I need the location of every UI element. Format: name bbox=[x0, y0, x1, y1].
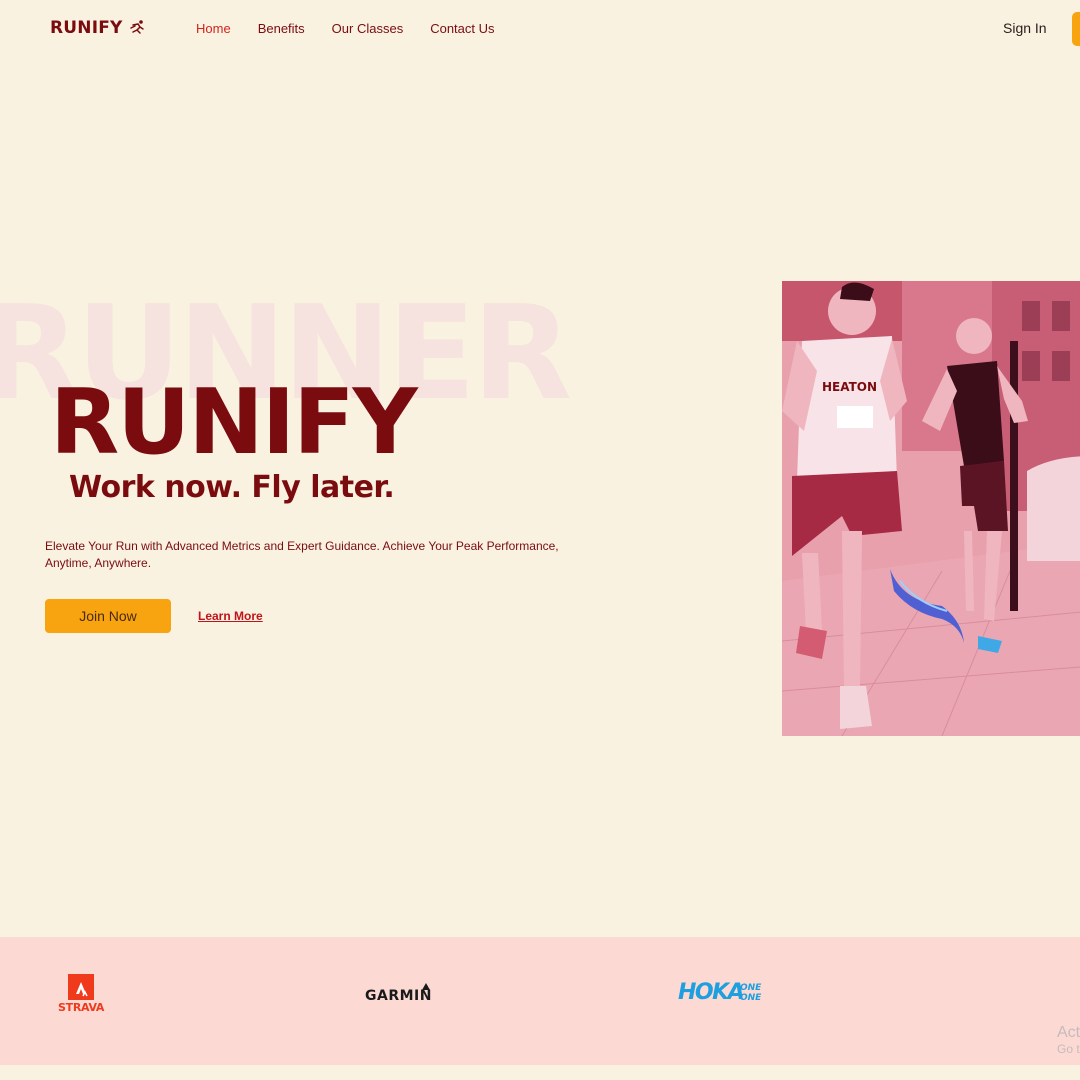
sign-in-link[interactable]: Sign In bbox=[1003, 20, 1047, 36]
hoka-logo: HOKA ONE ONE bbox=[678, 980, 761, 1005]
logo[interactable]: RUNIFY bbox=[50, 18, 147, 38]
nav-home[interactable]: Home bbox=[196, 21, 231, 36]
hoka-sub-line1: ONE bbox=[740, 983, 762, 993]
hero-title: RUNIFY bbox=[50, 370, 418, 475]
runner-icon bbox=[129, 20, 144, 34]
nav-contact-us[interactable]: Contact Us bbox=[430, 21, 494, 36]
strava-text: STRAVA bbox=[58, 1001, 105, 1014]
join-now-button[interactable]: Join Now bbox=[45, 599, 171, 633]
header-cta-button[interactable] bbox=[1072, 12, 1080, 46]
strava-icon bbox=[68, 974, 95, 1000]
svg-text:HEATON: HEATON bbox=[822, 380, 877, 394]
strava-logo: STRAVA bbox=[58, 974, 104, 1014]
hoka-sub-line2: ONE bbox=[740, 993, 762, 1003]
page: RUNIFY Home Benefits Our Classes Contact… bbox=[0, 0, 1080, 1080]
hoka-text: HOKA bbox=[678, 980, 745, 1005]
garmin-triangle-icon bbox=[422, 983, 430, 990]
hoka-one-one: ONE ONE bbox=[740, 983, 761, 1003]
nav-benefits[interactable]: Benefits bbox=[258, 21, 305, 36]
hero-tagline: Work now. Fly later. bbox=[69, 470, 395, 505]
partner-brands-strip bbox=[0, 937, 1080, 1065]
learn-more-link[interactable]: Learn More bbox=[198, 609, 263, 623]
watermark-line2: Go t bbox=[1057, 1042, 1080, 1056]
logo-text: RUNIFY bbox=[50, 18, 123, 38]
os-activation-watermark: Act Go t bbox=[1057, 1024, 1080, 1056]
hero-photo: HEATON bbox=[782, 281, 1080, 736]
nav-our-classes[interactable]: Our Classes bbox=[332, 21, 404, 36]
hero-description: Elevate Your Run with Advanced Metrics a… bbox=[45, 539, 559, 570]
main-nav: Home Benefits Our Classes Contact Us bbox=[196, 21, 495, 36]
garmin-logo: GARMIN bbox=[365, 982, 432, 1004]
watermark-line1: Act bbox=[1057, 1024, 1080, 1041]
